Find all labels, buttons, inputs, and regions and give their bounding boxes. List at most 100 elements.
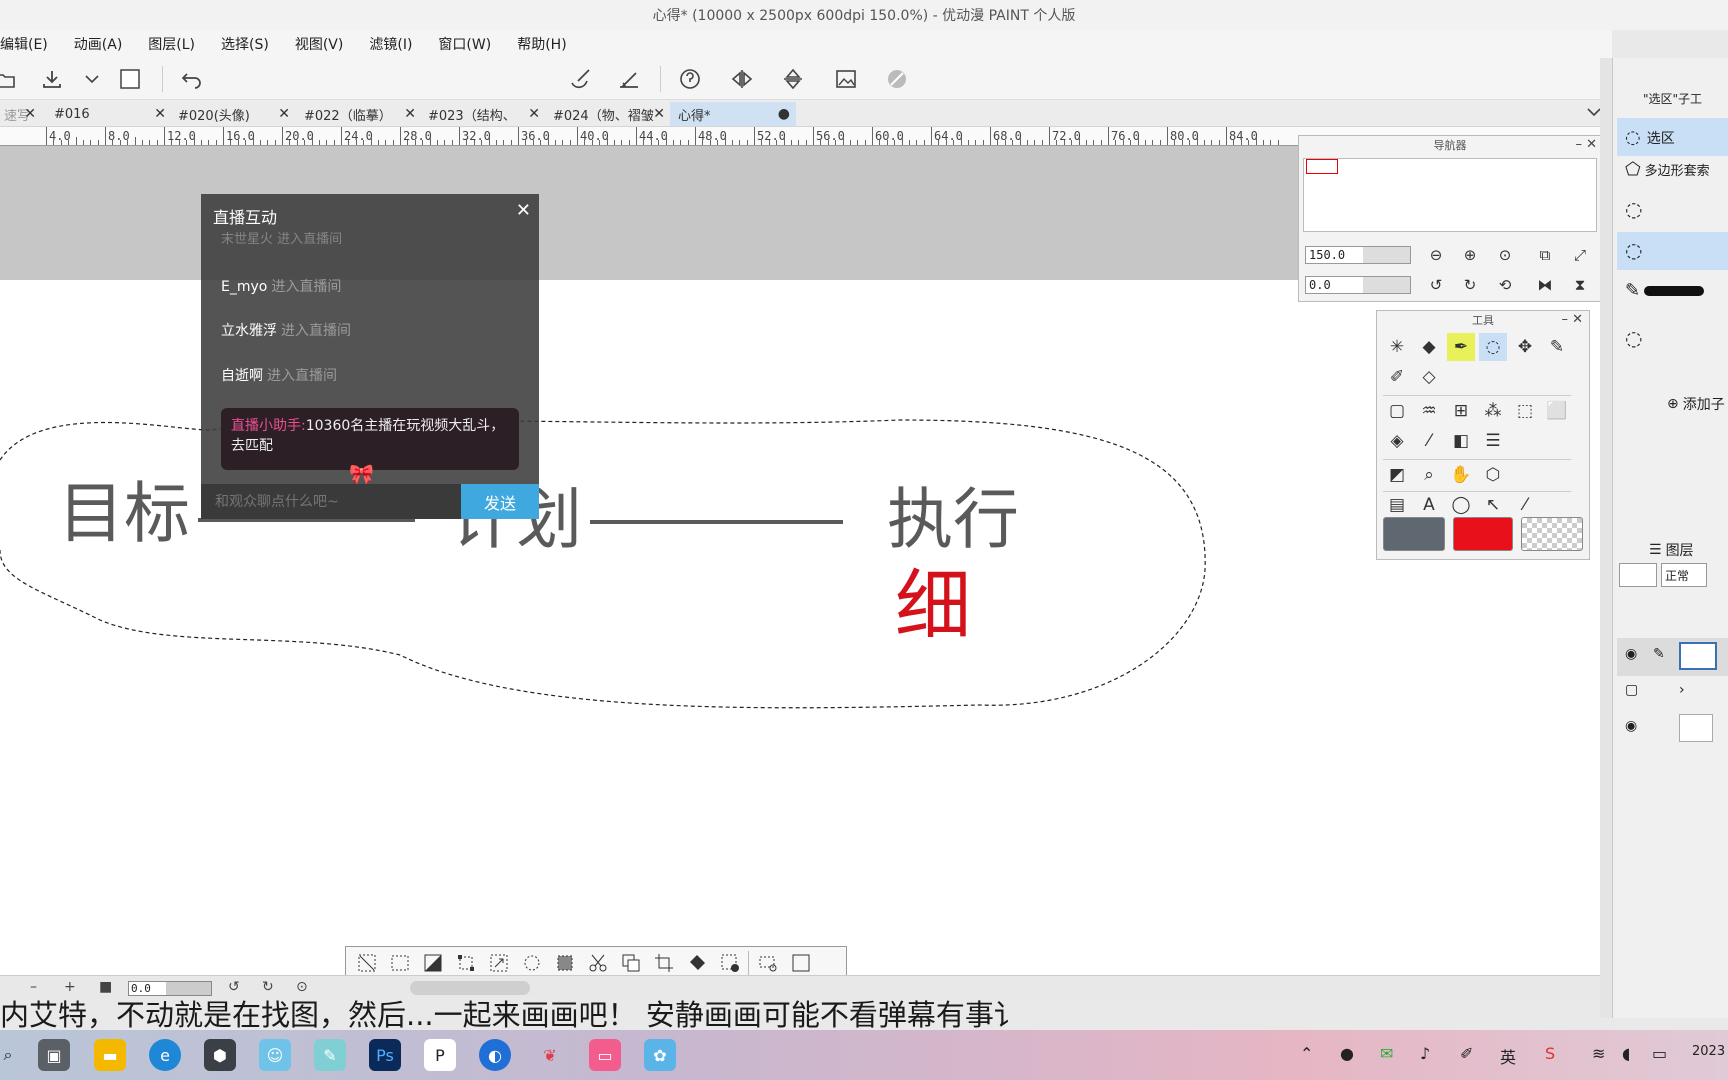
menu-select[interactable]: 选择(S)	[221, 34, 283, 54]
open-icon[interactable]	[0, 64, 20, 94]
line-fix-icon[interactable]: ↖	[1479, 491, 1507, 519]
viewport-rect[interactable]	[1306, 159, 1338, 174]
save-icon[interactable]	[37, 64, 67, 94]
blend-mode-select[interactable]: 正常	[1661, 563, 1707, 587]
crop-icon[interactable]	[647, 949, 680, 976]
task-view-icon[interactable]: ▣	[38, 1039, 70, 1071]
bilibili-icon[interactable]: ▭	[589, 1039, 621, 1071]
sogou-icon[interactable]: S	[1545, 1044, 1555, 1063]
zoom-in-icon[interactable]: +	[64, 979, 76, 995]
transparent-color-swatch[interactable]	[1521, 517, 1583, 551]
tab-020[interactable]: #020(头像) ✕	[170, 102, 296, 126]
fill-icon[interactable]	[680, 949, 713, 976]
eye-icon[interactable]: ◉	[1625, 718, 1637, 734]
live-chat-input[interactable]	[201, 484, 461, 519]
spray-icon[interactable]: ⁂	[1479, 397, 1507, 425]
close-icon[interactable]: ✕	[154, 106, 166, 122]
ime-indicator[interactable]: 英	[1500, 1044, 1516, 1068]
chevron-down-icon[interactable]	[77, 64, 107, 94]
layer-row-active[interactable]: ◉ ✎	[1617, 638, 1728, 676]
help-icon[interactable]	[675, 64, 705, 94]
brush-settings-icon[interactable]	[566, 64, 596, 94]
magic-wand-icon[interactable]: ✳	[1383, 333, 1411, 361]
rotate-right-icon[interactable]: ↻	[1459, 274, 1481, 296]
fill-bucket-icon[interactable]: ◆	[1415, 333, 1443, 361]
photoshop-icon[interactable]: Ps	[369, 1039, 401, 1071]
zoom-out-icon[interactable]: –	[30, 979, 37, 995]
visibility-box[interactable]: ▢	[1625, 682, 1638, 698]
close-icon[interactable]: ✕	[404, 106, 416, 122]
live-app-icon[interactable]: ✿	[644, 1039, 676, 1071]
sub-color-swatch[interactable]	[1453, 517, 1513, 551]
wechat-icon[interactable]: ✉	[1380, 1044, 1393, 1063]
subtool-brush-lasso[interactable]: ✎	[1617, 274, 1728, 312]
border-icon[interactable]	[548, 949, 581, 976]
disable-icon[interactable]	[882, 64, 912, 94]
copy-icon[interactable]	[614, 949, 647, 976]
add-subtool-button[interactable]: ⊕ 添加子	[1667, 394, 1725, 414]
image-icon[interactable]	[831, 64, 861, 94]
paint-app-icon[interactable]: ✎	[314, 1039, 346, 1071]
menu-edit[interactable]: 编辑(E)	[0, 34, 62, 54]
app-cat-icon[interactable]: ☺	[259, 1039, 291, 1071]
close-icon[interactable]: – ✕	[1561, 312, 1583, 327]
flip-horizontal-icon[interactable]	[727, 64, 757, 94]
cut-icon[interactable]	[581, 949, 614, 976]
select-all-icon[interactable]	[383, 949, 416, 976]
edge-icon[interactable]: e	[149, 1039, 181, 1071]
hatch-icon[interactable]: ☰	[1479, 427, 1507, 455]
wifi-icon[interactable]: ≋	[1592, 1044, 1605, 1063]
frame-icon[interactable]: ▤	[1383, 491, 1411, 519]
menu-layer[interactable]: 图层(L)	[148, 34, 209, 54]
gradient-icon[interactable]: ◧	[1447, 427, 1475, 455]
volume-icon[interactable]: ◖	[1622, 1044, 1630, 1063]
undo-icon[interactable]	[177, 64, 207, 94]
rotate-right-icon[interactable]: ↻	[262, 979, 274, 995]
menu-help[interactable]: 帮助(H)	[517, 34, 580, 54]
tab-024[interactable]: #024（物、褶皱 ✕	[545, 102, 671, 126]
pencil-icon[interactable]: ✎	[1543, 333, 1571, 361]
3d-object-icon[interactable]: ⬡	[1479, 461, 1507, 489]
rotate-left-icon[interactable]: ↺	[1425, 274, 1447, 296]
fit-icon[interactable]: ⧉	[1534, 244, 1556, 266]
pen-icon[interactable]: ✐	[1460, 1044, 1473, 1063]
menu-view[interactable]: 视图(V)	[295, 34, 358, 54]
grid-icon[interactable]: ⊞	[1447, 397, 1475, 425]
close-launcher-icon[interactable]	[784, 949, 817, 976]
menu-animation[interactable]: 动画(A)	[74, 34, 137, 54]
zoom-icon[interactable]: ⌕	[1415, 461, 1443, 489]
search-icon[interactable]: ⌕	[0, 1039, 24, 1071]
horizontal-scrollbar[interactable]	[410, 981, 530, 995]
rotate-left-icon[interactable]: ↺	[228, 979, 240, 995]
flip-vertical-icon[interactable]	[778, 64, 808, 94]
lasso-icon[interactable]: ◌	[1479, 333, 1507, 361]
flip-horizontal-icon[interactable]: ⧓	[1534, 274, 1556, 296]
ruler-tool-icon[interactable]: ◩	[1383, 461, 1411, 489]
subtool-circle[interactable]: ◌	[1617, 191, 1728, 229]
close-icon[interactable]: ✕	[653, 106, 665, 122]
close-icon[interactable]: ✕	[24, 106, 36, 122]
file-explorer-icon[interactable]: ▬	[94, 1039, 126, 1071]
eyedropper-icon[interactable]: ⁄	[1415, 427, 1443, 455]
app-browser-icon[interactable]: ◐	[479, 1039, 511, 1071]
blend-color-box[interactable]	[1619, 563, 1657, 587]
mic-icon[interactable]: ♪	[1420, 1044, 1430, 1063]
flip-vertical-icon[interactable]: ⧗	[1569, 274, 1591, 296]
subtool-lasso-2[interactable]: ◌	[1617, 320, 1728, 358]
pen-icon[interactable]: ✒	[1447, 333, 1475, 361]
chevron-right-icon[interactable]: ›	[1679, 682, 1685, 698]
marquee-icon[interactable]: ⬜	[1543, 397, 1571, 425]
tab-sketch[interactable]: 速写 ✕	[0, 102, 42, 126]
new-layer-from-selection-icon[interactable]	[713, 949, 746, 976]
actual-size-icon[interactable]: ⊙	[1494, 244, 1516, 266]
navigator-preview[interactable]	[1303, 158, 1597, 232]
reset-rotation-icon[interactable]: ⊙	[296, 979, 308, 995]
zoom-in-icon[interactable]: ⊕	[1459, 244, 1481, 266]
app-p-icon[interactable]: P	[424, 1039, 456, 1071]
move-icon[interactable]: ✥	[1511, 333, 1539, 361]
close-icon[interactable]: ✕	[528, 106, 540, 122]
tab-xinde[interactable]: 心得* ●	[670, 102, 796, 126]
close-icon[interactable]: ✕	[278, 106, 290, 122]
close-icon[interactable]: – ✕	[1575, 137, 1597, 152]
layer-row-paper[interactable]: ◉	[1617, 710, 1728, 748]
